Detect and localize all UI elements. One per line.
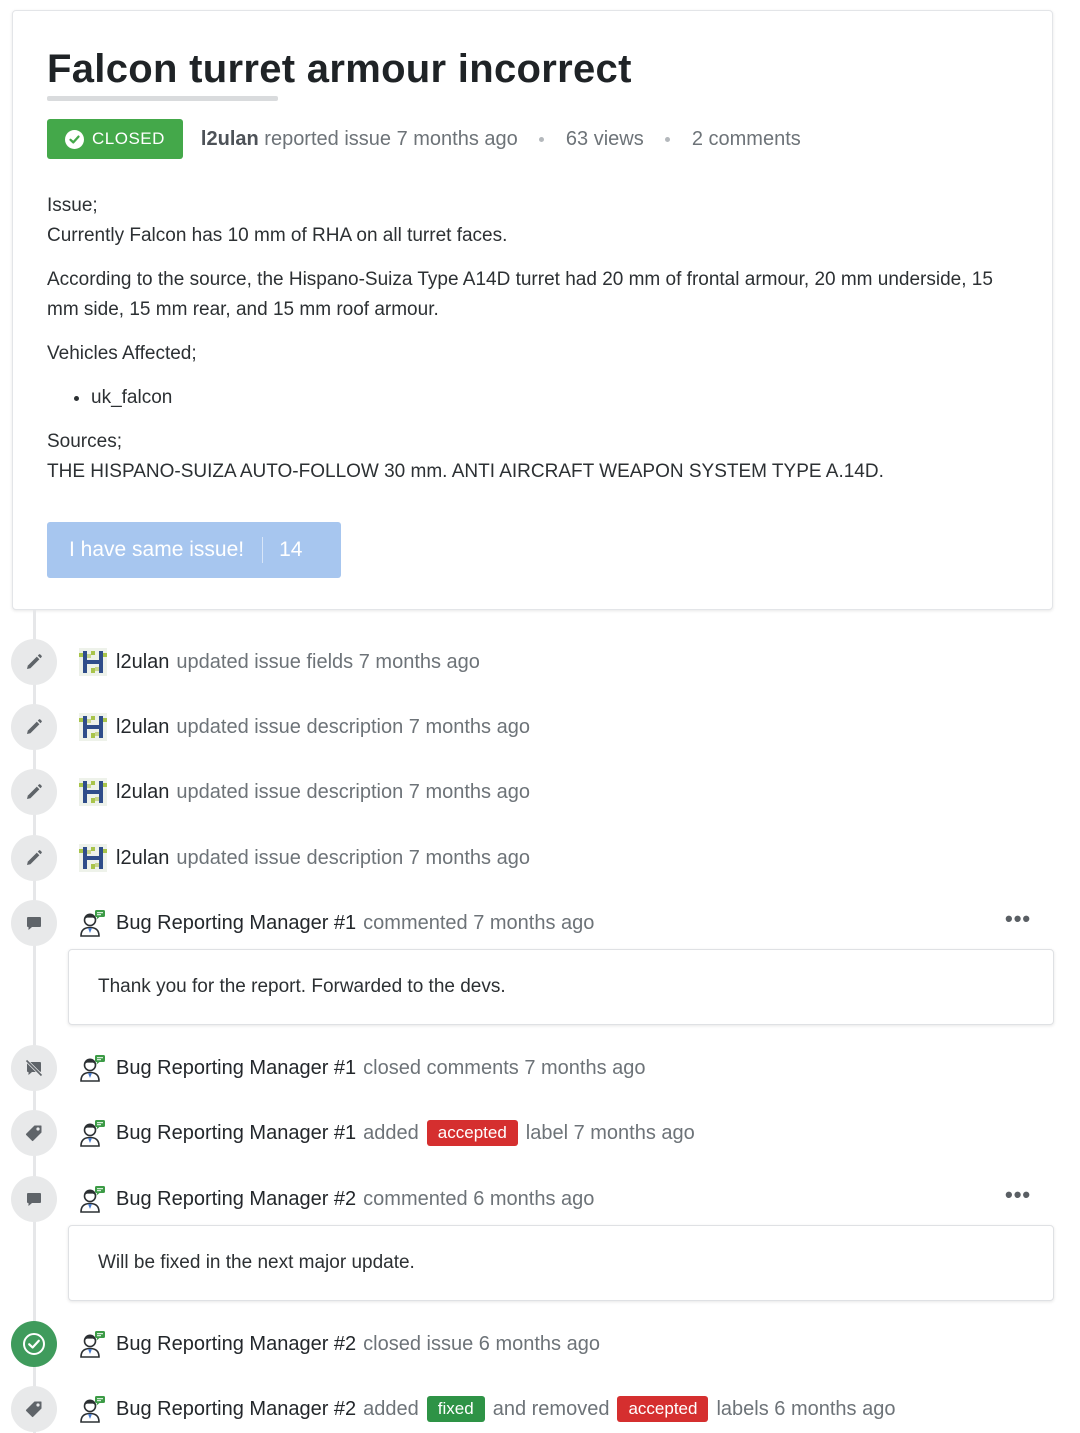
event-action: and removed xyxy=(492,1397,610,1420)
description-paragraph: Vehicles Affected; xyxy=(47,343,197,364)
event-action: commented 6 months ago xyxy=(363,1187,595,1210)
vehicles-list: uk_falcon xyxy=(47,383,1007,413)
comment-text: Thank you for the report. Forwarded to t… xyxy=(98,976,506,997)
event-user[interactable]: Bug Reporting Manager #1 xyxy=(116,1057,356,1080)
reporter-info: l2ulan reported issue 7 months ago 63 vi… xyxy=(201,128,801,151)
comment-closed-icon xyxy=(11,1045,57,1091)
user-avatar[interactable] xyxy=(79,778,107,806)
event-action: updated issue fields 7 months ago xyxy=(176,650,480,673)
views-count: 63 views xyxy=(565,127,644,150)
check-icon xyxy=(65,129,84,149)
timeline-event: l2ulan updated issue description 7 month… xyxy=(0,769,1080,815)
description-line: Issue; xyxy=(47,195,98,216)
timeline-event: Bug Reporting Manager #1 commented 7 mon… xyxy=(0,900,1080,946)
comments-count[interactable]: 2 comments xyxy=(692,128,801,150)
reporter-link[interactable]: l2ulan xyxy=(201,128,259,150)
separator-dot xyxy=(665,136,671,142)
pencil-icon xyxy=(11,704,57,750)
comment-icon xyxy=(11,900,57,946)
comment-body: Will be fixed in the next major update. xyxy=(68,1225,1054,1301)
list-item: uk_falcon xyxy=(91,383,1007,413)
event-user[interactable]: l2ulan xyxy=(116,651,169,674)
comment-icon xyxy=(11,1176,57,1222)
event-action: updated issue description 7 months ago xyxy=(176,715,530,738)
timeline-event: Bug Reporting Manager #2 closed issue 6 … xyxy=(0,1321,1080,1367)
event-user[interactable]: l2ulan xyxy=(116,716,169,739)
reported-text: reported issue 7 months ago xyxy=(264,127,518,150)
user-avatar[interactable] xyxy=(79,1330,107,1358)
description-line: Sources; xyxy=(47,431,122,452)
issue-description: Issue; Currently Falcon has 10 mm of RHA… xyxy=(47,191,1007,501)
separator-dot xyxy=(539,136,545,142)
user-avatar[interactable] xyxy=(79,648,107,676)
event-user[interactable]: Bug Reporting Manager #1 xyxy=(116,1122,356,1145)
event-action: updated issue description 7 months ago xyxy=(176,780,530,803)
event-user[interactable]: Bug Reporting Manager #1 xyxy=(116,912,356,935)
user-avatar[interactable] xyxy=(79,1054,107,1082)
timeline-event: Bug Reporting Manager #2 commented 6 mon… xyxy=(0,1176,1080,1222)
tag-icon xyxy=(11,1110,57,1156)
more-options-icon[interactable]: ••• xyxy=(1005,1182,1031,1208)
issue-card: Falcon turret armour incorrect CLOSED l2… xyxy=(12,10,1053,610)
tag-icon xyxy=(11,1386,57,1432)
timeline-event: l2ulan updated issue fields 7 months ago xyxy=(0,639,1080,685)
same-issue-count: 14 xyxy=(279,538,303,561)
event-user[interactable]: Bug Reporting Manager #2 xyxy=(116,1398,356,1421)
check-circle-icon xyxy=(11,1321,57,1367)
status-text: CLOSED xyxy=(92,129,165,148)
pencil-icon xyxy=(11,835,57,881)
user-avatar[interactable] xyxy=(79,844,107,872)
pencil-icon xyxy=(11,639,57,685)
user-avatar[interactable] xyxy=(79,1185,107,1213)
event-action: labels 6 months ago xyxy=(716,1397,896,1420)
comment-body: Thank you for the report. Forwarded to t… xyxy=(68,949,1054,1025)
event-action: label 7 months ago xyxy=(525,1121,695,1144)
label-accepted[interactable]: accepted xyxy=(617,1396,709,1422)
same-issue-button[interactable]: I have same issue! 14 xyxy=(47,522,341,578)
label-accepted[interactable]: accepted xyxy=(426,1120,518,1146)
user-avatar[interactable] xyxy=(79,713,107,741)
event-action: closed issue 6 months ago xyxy=(363,1332,600,1355)
label-fixed[interactable]: fixed xyxy=(426,1396,485,1422)
user-avatar[interactable] xyxy=(79,1395,107,1423)
event-action: updated issue description 7 months ago xyxy=(176,846,530,869)
event-action: added xyxy=(363,1397,419,1420)
timeline-event: Bug Reporting Manager #1 closed comments… xyxy=(0,1045,1080,1091)
description-line: THE HISPANO-SUIZA AUTO-FOLLOW 30 mm. ANT… xyxy=(47,461,884,482)
title-underline xyxy=(47,96,278,101)
description-line: Currently Falcon has 10 mm of RHA on all… xyxy=(47,225,508,246)
event-user[interactable]: l2ulan xyxy=(116,847,169,870)
status-badge: CLOSED xyxy=(47,119,183,159)
button-divider xyxy=(262,537,264,563)
issue-meta: CLOSED l2ulan reported issue 7 months ag… xyxy=(47,119,801,159)
timeline-event: Bug Reporting Manager #1 added accepted … xyxy=(0,1110,1080,1156)
user-avatar[interactable] xyxy=(79,909,107,937)
user-avatar[interactable] xyxy=(79,1119,107,1147)
same-issue-label: I have same issue! xyxy=(69,538,245,561)
pencil-icon xyxy=(11,769,57,815)
event-action: added xyxy=(363,1121,419,1144)
timeline-event: l2ulan updated issue description 7 month… xyxy=(0,835,1080,881)
event-action: closed comments 7 months ago xyxy=(363,1056,646,1079)
event-user[interactable]: Bug Reporting Manager #2 xyxy=(116,1333,356,1356)
comment-text: Will be fixed in the next major update. xyxy=(98,1252,415,1273)
description-paragraph: According to the source, the Hispano-Sui… xyxy=(47,269,993,320)
timeline-event: l2ulan updated issue description 7 month… xyxy=(0,704,1080,750)
event-user[interactable]: l2ulan xyxy=(116,781,169,804)
event-action: commented 7 months ago xyxy=(363,911,595,934)
more-options-icon[interactable]: ••• xyxy=(1005,906,1031,932)
event-user[interactable]: Bug Reporting Manager #2 xyxy=(116,1188,356,1211)
timeline-event: Bug Reporting Manager #2 added fixed and… xyxy=(0,1386,1080,1432)
issue-title: Falcon turret armour incorrect xyxy=(47,47,632,91)
